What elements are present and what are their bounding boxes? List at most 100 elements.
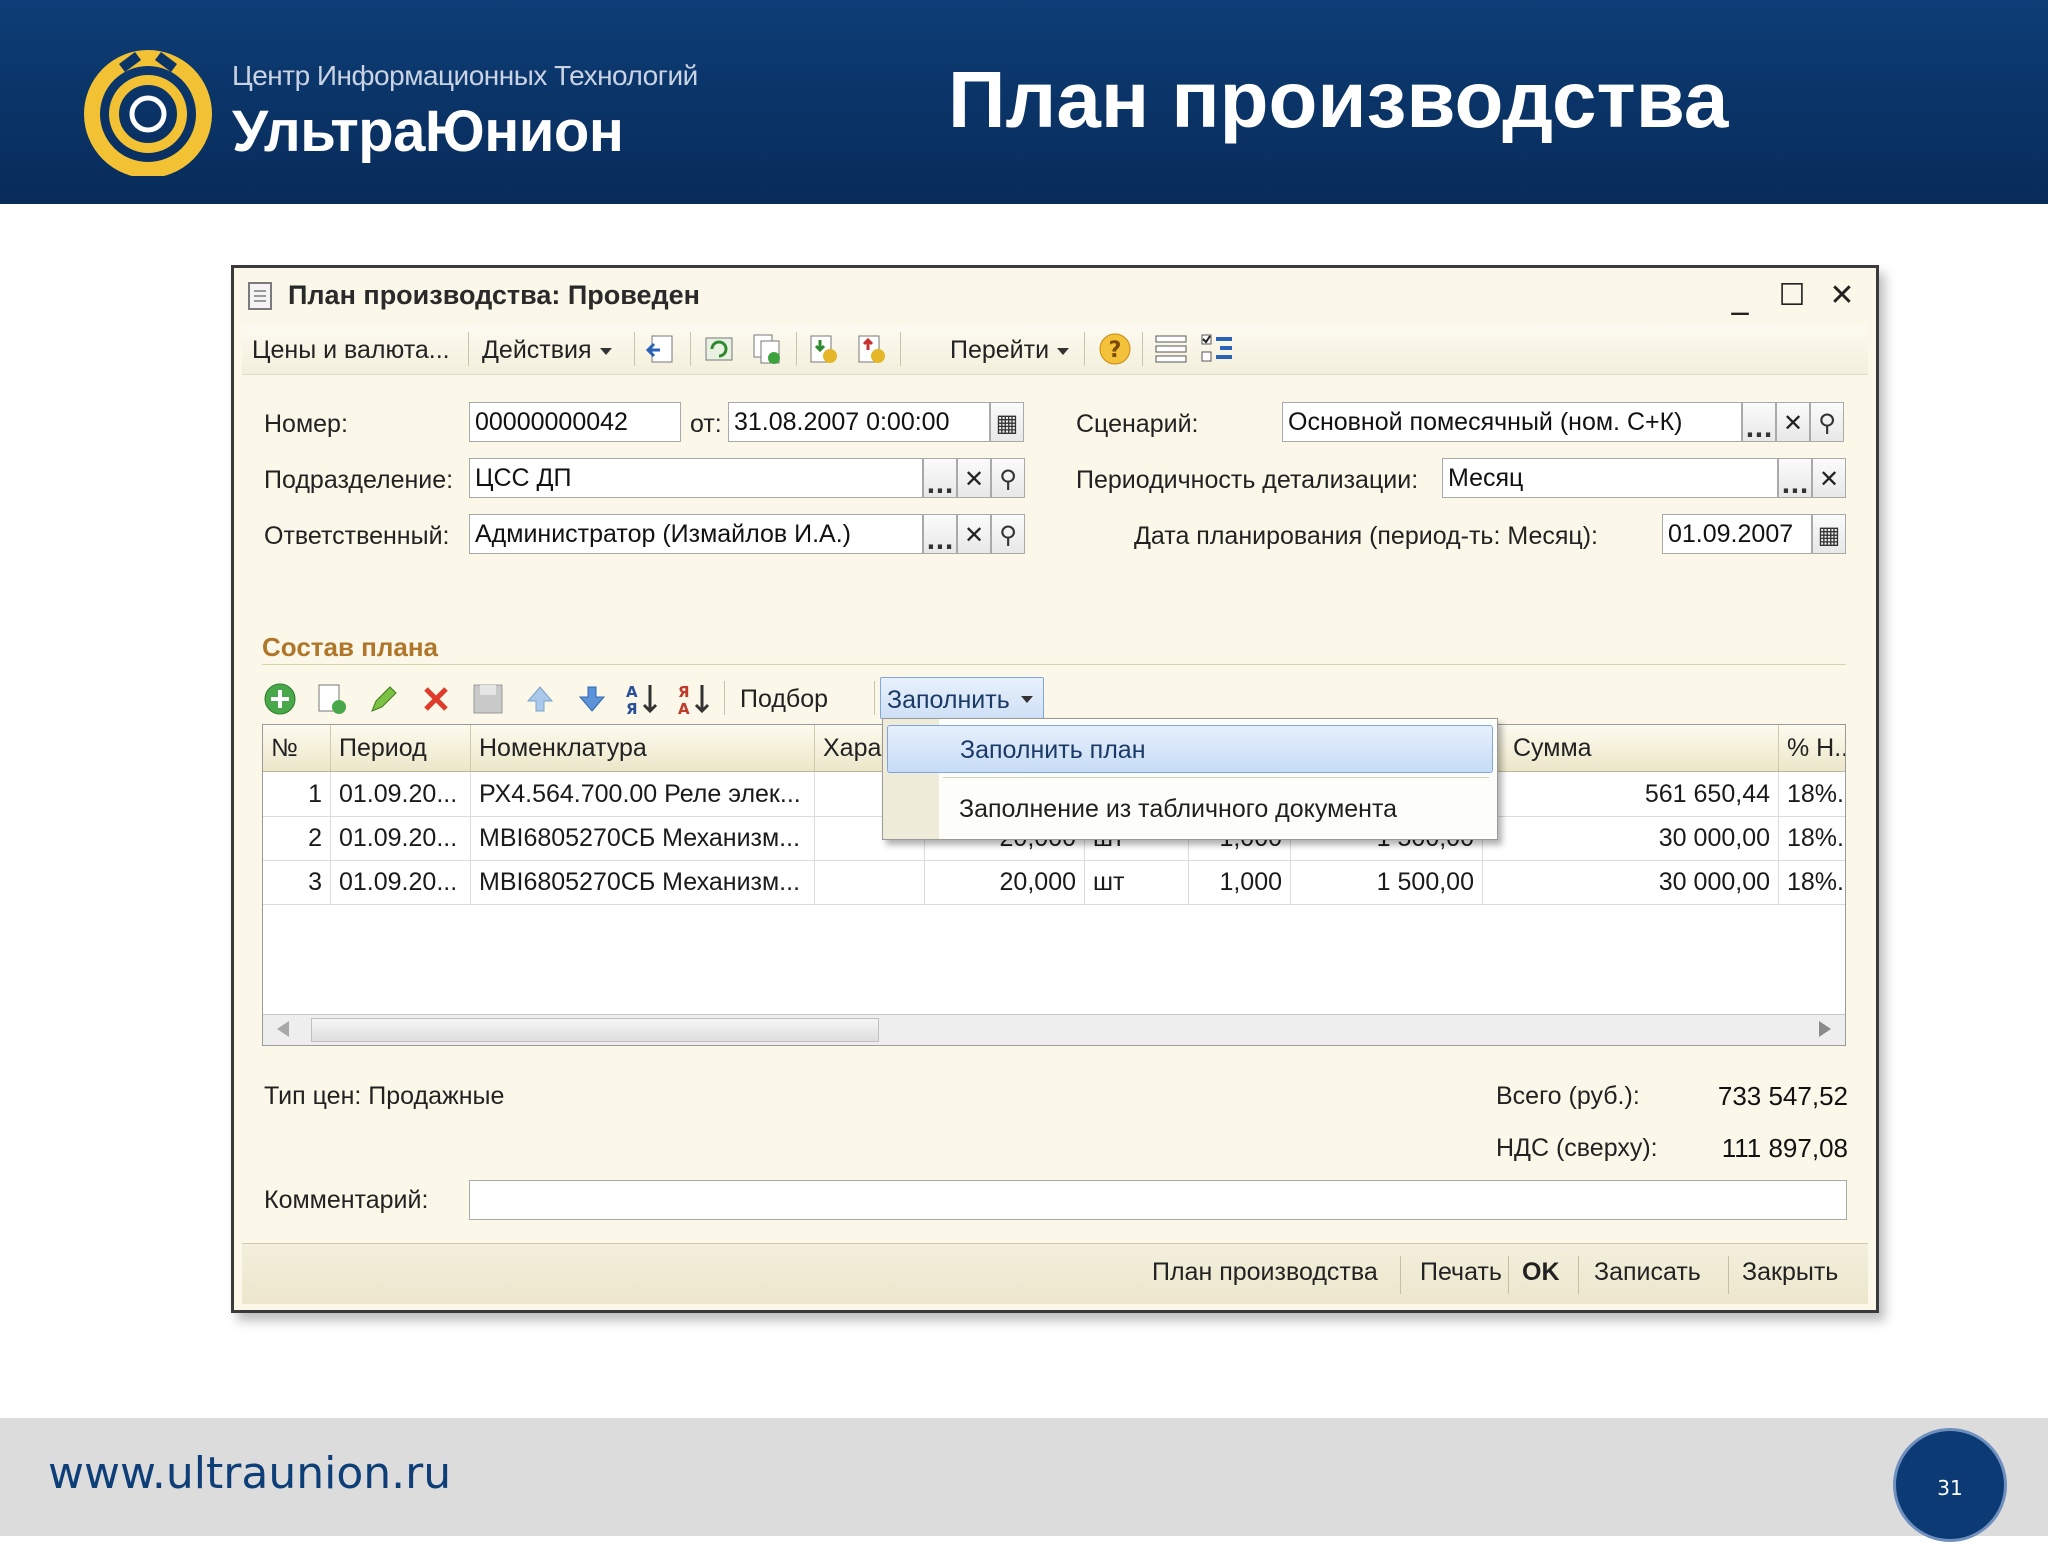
col-sum[interactable]: Сумма <box>1483 725 1779 771</box>
calendar-icon[interactable]: ▦ <box>990 402 1024 442</box>
total-label: Всего (руб.): <box>1496 1082 1640 1110</box>
responsible-clear-icon[interactable]: ✕ <box>957 514 991 554</box>
subordinate-icon[interactable] <box>1200 332 1234 366</box>
refresh-icon[interactable] <box>702 332 736 366</box>
chevron-down-icon <box>1057 347 1070 355</box>
close-button[interactable]: Закрыть <box>1742 1258 1838 1287</box>
periodicity-label: Периодичность детализации: <box>1076 466 1419 494</box>
window-title-bar: План производства: Проведен _ ☐ ✕ <box>242 276 1868 316</box>
production-plan-button[interactable]: План производства <box>1152 1258 1378 1287</box>
print-button[interactable]: Печать <box>1420 1258 1502 1287</box>
periodicity-clear-icon[interactable]: ✕ <box>1812 458 1846 498</box>
copy-icon[interactable] <box>750 332 784 366</box>
help-icon[interactable]: ? <box>1098 332 1132 366</box>
plan-calendar-icon[interactable]: ▦ <box>1812 514 1846 554</box>
horizontal-scrollbar[interactable] <box>263 1014 1845 1045</box>
comment-label: Комментарий: <box>264 1186 429 1214</box>
slide-header: Центр Информационных Технологий УльтраЮн… <box>0 0 2048 204</box>
document-window: План производства: Проведен _ ☐ ✕ Цены и… <box>231 265 1879 1313</box>
col-vat[interactable]: % Н.. <box>1779 725 1845 771</box>
scrollbar-thumb[interactable] <box>311 1018 879 1042</box>
close-window-button[interactable]: ✕ <box>1822 276 1862 316</box>
fill-label: Заполнить <box>887 686 1010 714</box>
page-number: 31 <box>1893 1428 2007 1542</box>
scenario-open-icon[interactable]: ⚲ <box>1810 402 1844 442</box>
col-item[interactable]: Номенклатура <box>471 725 815 771</box>
company-name: УльтраЮнион <box>232 99 624 164</box>
scroll-left-icon[interactable] <box>277 1021 289 1037</box>
vat-label: НДС (сверху): <box>1496 1134 1658 1162</box>
svg-text:А: А <box>626 683 638 701</box>
sort-ascending-icon[interactable]: АЯ <box>624 681 660 717</box>
actions-menu-button[interactable]: Действия <box>482 336 612 365</box>
maximize-button[interactable]: ☐ <box>1772 276 1812 316</box>
menu-item-fill-from-table[interactable]: Заполнение из табличного документа <box>887 785 1493 833</box>
window-title: План производства: Проведен <box>288 280 700 310</box>
table-row[interactable]: 3 01.09.20... МВI6805270СБ Механизм... 2… <box>263 860 1845 905</box>
vat-value: 111 897,08 <box>1721 1133 1848 1163</box>
number-field[interactable]: 00000000042 <box>469 402 681 442</box>
svg-text:Я: Я <box>678 683 690 701</box>
delete-row-icon[interactable] <box>418 681 454 717</box>
plan-date-field[interactable]: 01.09.2007 <box>1662 514 1812 554</box>
prices-currency-button[interactable]: Цены и валюта... <box>252 336 450 365</box>
responsible-field[interactable]: Администратор (Измайлов И.А.) <box>469 514 923 554</box>
move-down-icon[interactable] <box>574 681 610 717</box>
division-field[interactable]: ЦСС ДП <box>469 458 923 498</box>
division-label: Подразделение: <box>264 466 454 494</box>
table-toolbar: АЯ ЯА Подбор Заполнить <box>262 673 1846 723</box>
minimize-button[interactable]: _ <box>1720 276 1760 316</box>
date-field[interactable]: 31.08.2007 0:00:00 <box>728 402 990 442</box>
company-subtitle: Центр Информационных Технологий <box>232 60 698 91</box>
structure-icon[interactable] <box>1154 332 1188 366</box>
edit-row-icon[interactable] <box>366 681 402 717</box>
save-button[interactable]: Записать <box>1594 1258 1701 1287</box>
fill-from-icon[interactable] <box>806 332 840 366</box>
price-type-link[interactable]: Тип цен: Продажные <box>264 1082 504 1111</box>
goto-label: Перейти <box>950 336 1050 364</box>
from-label: от: <box>690 410 722 438</box>
add-row-icon[interactable] <box>262 681 298 717</box>
scenario-label: Сценарий: <box>1076 410 1199 438</box>
end-edit-icon[interactable] <box>470 681 506 717</box>
bottom-button-bar: План производства Печать OK Записать Зак… <box>242 1243 1868 1304</box>
responsible-open-icon[interactable]: ⚲ <box>991 514 1025 554</box>
fill-to-icon[interactable] <box>854 332 888 366</box>
periodicity-select-icon[interactable]: ... <box>1778 458 1812 499</box>
main-toolbar: Цены и валюта... Действия Перейти ? <box>242 324 1868 375</box>
ultraunion-logo-icon <box>84 50 212 176</box>
col-number[interactable]: № <box>263 725 331 771</box>
scroll-right-icon[interactable] <box>1819 1021 1831 1037</box>
section-divider <box>262 664 1846 665</box>
comment-field[interactable] <box>469 1180 1847 1220</box>
goto-menu-button[interactable]: Перейти <box>950 336 1070 365</box>
responsible-select-icon[interactable]: ... <box>923 514 957 555</box>
total-value: 733 547,52 <box>1717 1081 1848 1111</box>
post-icon[interactable] <box>646 332 680 366</box>
ok-button[interactable]: OK <box>1522 1258 1560 1287</box>
copy-row-icon[interactable] <box>314 681 350 717</box>
fill-dropdown-menu: Заполнить план Заполнение из табличного … <box>882 718 1498 840</box>
sort-descending-icon[interactable]: ЯА <box>676 681 712 717</box>
col-period[interactable]: Период <box>331 725 471 771</box>
actions-label: Действия <box>482 336 592 364</box>
scenario-clear-icon[interactable]: ✕ <box>1776 402 1810 442</box>
footer-url: www.ultraunion.ru <box>48 1448 452 1499</box>
svg-text:А: А <box>678 700 690 717</box>
division-clear-icon[interactable]: ✕ <box>957 458 991 498</box>
svg-text:?: ? <box>1109 338 1122 363</box>
move-up-icon[interactable] <box>522 681 558 717</box>
section-title: Состав плана <box>262 632 439 662</box>
selection-button[interactable]: Подбор <box>740 685 828 714</box>
division-open-icon[interactable]: ⚲ <box>991 458 1025 498</box>
chevron-down-icon <box>1021 696 1033 703</box>
scenario-field[interactable]: Основной помесячный (ном. С+К) <box>1282 402 1742 442</box>
division-select-icon[interactable]: ... <box>923 458 957 499</box>
slide-title: План производства <box>948 55 1729 144</box>
periodicity-field[interactable]: Месяц <box>1442 458 1778 498</box>
responsible-label: Ответственный: <box>264 522 450 550</box>
document-icon <box>248 282 272 310</box>
scenario-select-icon[interactable]: ... <box>1742 402 1776 443</box>
menu-item-fill-plan[interactable]: Заполнить план <box>887 725 1493 773</box>
fill-menu-button[interactable]: Заполнить <box>880 677 1044 719</box>
